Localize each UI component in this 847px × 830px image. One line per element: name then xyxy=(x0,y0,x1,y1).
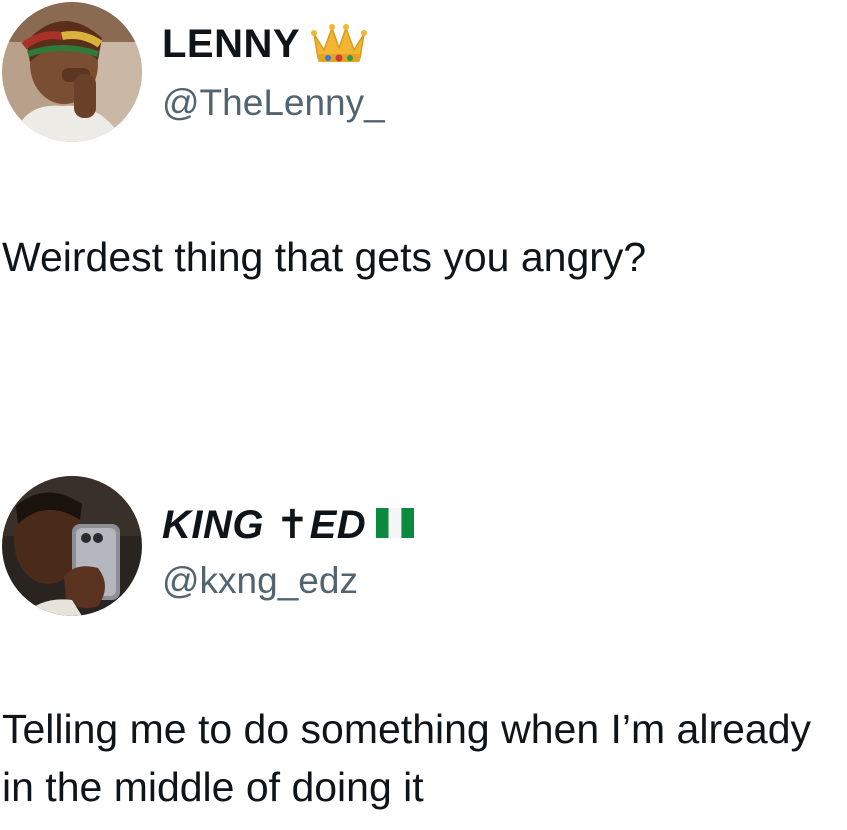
tweet-text: Weirdest thing that gets you angry? xyxy=(2,234,647,280)
avatar-photo xyxy=(2,2,142,142)
avatar[interactable] xyxy=(2,476,142,616)
author-display-name[interactable]: KING ✝ED xyxy=(162,502,366,548)
tweet-text: Telling me to do something when I’m alre… xyxy=(2,706,812,810)
author-display-name[interactable]: LENNY xyxy=(162,22,300,67)
author-handle[interactable]: @TheLenny_ xyxy=(162,82,385,124)
avatar[interactable] xyxy=(2,2,142,142)
author-name-row: KING ✝ED xyxy=(162,502,415,548)
author-handle[interactable]: @kxng_edz xyxy=(162,560,358,602)
author-name-row: LENNY xyxy=(162,20,368,69)
nigeria-flag-icon xyxy=(376,507,415,543)
avatar-photo xyxy=(2,476,142,616)
crown-icon xyxy=(310,20,368,69)
